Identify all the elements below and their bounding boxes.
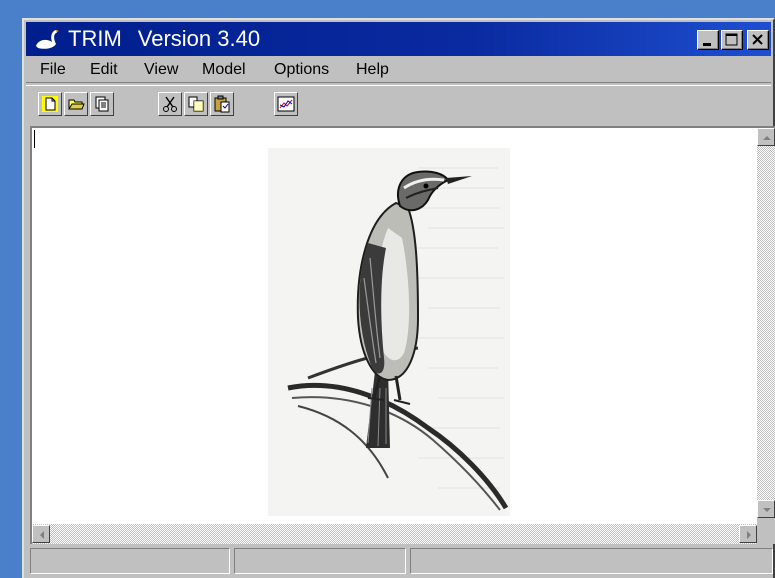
- status-panel-2: [234, 548, 406, 574]
- scroll-right-button[interactable]: [739, 525, 757, 543]
- paste-button[interactable]: [210, 92, 234, 116]
- status-panel-1: [30, 548, 230, 574]
- arrow-up-icon: [763, 136, 771, 140]
- scroll-down-button[interactable]: [757, 500, 775, 518]
- menu-file[interactable]: File: [40, 60, 66, 80]
- menu-model[interactable]: Model: [202, 60, 246, 80]
- maximize-icon: [725, 33, 738, 46]
- minimize-icon: [703, 43, 711, 46]
- horizontal-scrollbar[interactable]: [32, 524, 757, 544]
- vertical-scrollbar[interactable]: [757, 128, 775, 518]
- document-area[interactable]: [30, 126, 775, 544]
- title-bar[interactable]: TRIM Version 3.40: [26, 22, 771, 56]
- scroll-up-button[interactable]: [757, 128, 775, 146]
- copy-icon: [188, 96, 204, 112]
- new-file-icon: [42, 96, 58, 112]
- menu-edit[interactable]: Edit: [90, 60, 118, 80]
- swan-app-icon: [36, 30, 59, 49]
- arrow-down-icon: [763, 508, 771, 512]
- close-button[interactable]: [747, 30, 769, 50]
- cut-icon: [163, 96, 177, 112]
- menu-help[interactable]: Help: [356, 60, 389, 80]
- menu-view[interactable]: View: [144, 60, 178, 80]
- window-title: TRIM Version 3.40: [68, 26, 260, 52]
- arrow-right-icon: [747, 531, 751, 539]
- scrollbar-corner: [757, 518, 775, 544]
- app-version: Version 3.40: [137, 26, 261, 51]
- bird-illustration: [268, 148, 510, 516]
- chart-button[interactable]: [274, 92, 298, 116]
- status-panel-3: [410, 548, 773, 574]
- app-window: TRIM Version 3.40 File Edit View Model Op…: [22, 18, 775, 578]
- open-folder-icon: [68, 99, 85, 110]
- maximize-button[interactable]: [721, 30, 743, 50]
- new-button[interactable]: [38, 92, 62, 116]
- chart-icon: [277, 96, 295, 112]
- warbler-drawing: [268, 148, 510, 516]
- toolbar: [26, 86, 771, 122]
- arrow-left-icon: [40, 531, 44, 539]
- pages-button[interactable]: [90, 92, 114, 116]
- copy-button[interactable]: [184, 92, 208, 116]
- close-icon: [752, 34, 763, 45]
- copy-pages-icon: [95, 96, 109, 112]
- minimize-button[interactable]: [697, 30, 719, 50]
- status-bar: [30, 548, 775, 576]
- menu-bar: File Edit View Model Options Help: [26, 58, 771, 82]
- cut-button[interactable]: [158, 92, 182, 116]
- text-caret: [34, 130, 35, 148]
- app-name: TRIM: [68, 26, 122, 51]
- menu-options[interactable]: Options: [274, 60, 329, 80]
- open-button[interactable]: [64, 92, 88, 116]
- scroll-left-button[interactable]: [32, 525, 50, 543]
- paste-icon: [214, 95, 230, 113]
